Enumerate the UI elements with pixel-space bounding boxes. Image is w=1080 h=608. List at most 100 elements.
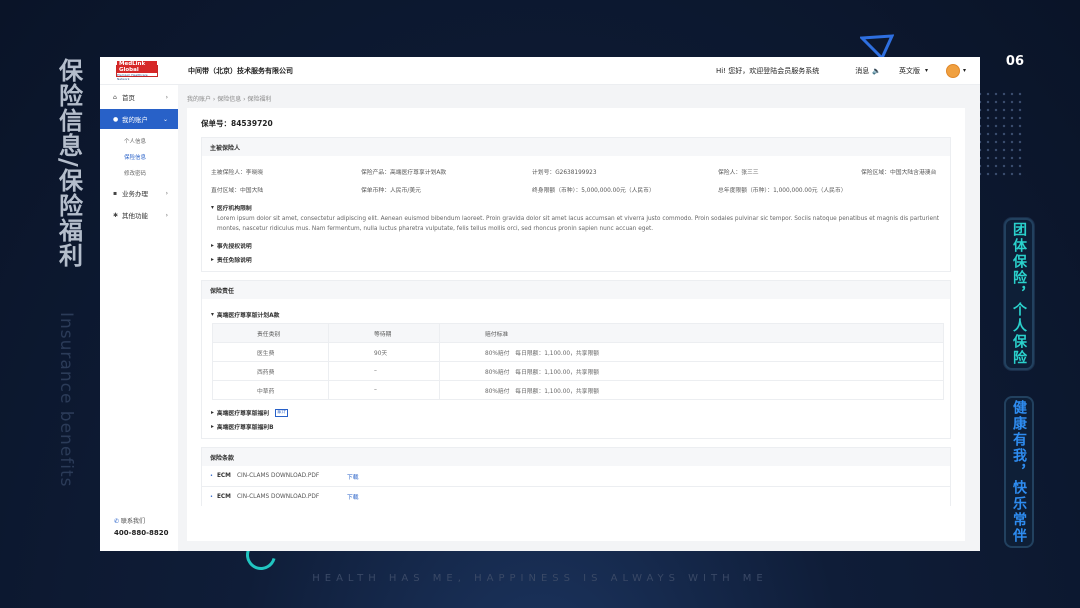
logo[interactable]: MedLink Global Premium Healthcare Networ… bbox=[116, 60, 158, 81]
clauses-section: 保险条款 • ECM CIN-CLAMS DOWNLOAD.PDF 下载 • E… bbox=[201, 447, 951, 506]
briefcase-icon: ▪ bbox=[113, 189, 118, 197]
field-plan-number: 计划号：G2638199923 bbox=[532, 170, 597, 176]
table-row: 中草药 – 80%赔付 每日限额：1,100.00，共享限额 bbox=[212, 380, 944, 400]
chevron-right-icon: › bbox=[165, 211, 168, 219]
slide-footer: HEALTH HAS ME, HAPPINESS IS ALWAYS WITH … bbox=[312, 573, 768, 584]
contact-phone: 400-880-8820 bbox=[114, 529, 169, 537]
top-bar: MedLink Global Premium Healthcare Networ… bbox=[100, 57, 980, 85]
slide-title-cn: 保险信息/保险福利 bbox=[50, 58, 86, 275]
sidebar: ⌂ 首页 › ● 我的账户 ⌄ 个人信息 保险信息 修改密码 ▪ 业务办理 › … bbox=[100, 85, 178, 551]
table-cell: 90天 bbox=[328, 342, 440, 362]
plan-a-toggle[interactable]: ▾ 高端医疗尊享版计划A款 bbox=[211, 310, 941, 320]
list-item: • ECM CIN-CLAMS DOWNLOAD.PDF 下载 bbox=[202, 486, 950, 506]
company-name: 中间带（北京）技术服务有限公司 bbox=[188, 66, 293, 75]
table-cell: 80%赔付 每日限额：1,100.00，共享限额 bbox=[439, 380, 944, 400]
messages-label: 消息 bbox=[855, 66, 870, 75]
sidebar-item-label: 其他功能 bbox=[122, 212, 148, 220]
plan-welfare-toggle[interactable]: ▸ 高端医疗尊享版福利 家计 bbox=[211, 408, 941, 417]
logo-subtext: Premium Healthcare Network bbox=[117, 72, 148, 81]
gear-icon: ✱ bbox=[113, 211, 119, 219]
side-tag-health: 健康有我，快乐常伴 bbox=[1004, 396, 1034, 548]
chevron-right-icon: ▸ bbox=[211, 409, 214, 416]
chevron-down-icon: ▾ bbox=[211, 204, 214, 211]
field-region: 保险区域：中国大陆含港澳台 bbox=[861, 170, 937, 176]
table-cell: 80%赔付 每日限额：1,100.00，共享限额 bbox=[439, 361, 944, 381]
prior-auth-title: 事先授权说明 bbox=[216, 244, 252, 250]
medical-limit-text: Lorem ipsum dolor sit amet, consectetur … bbox=[217, 216, 940, 232]
insured-fields: 主被保险人：李晓晓 保险产品：高端医疗尊享计划A款 计划号：G263819992… bbox=[211, 167, 941, 194]
sidebar-subitem-insurance-info[interactable]: 保险信息 bbox=[100, 149, 178, 165]
insured-section-title: 主被保险人 bbox=[202, 138, 950, 156]
bullet-icon: • bbox=[210, 493, 213, 500]
bullet-icon: • bbox=[210, 473, 213, 479]
sidebar-item-label: 业务办理 bbox=[122, 190, 148, 198]
table-header-row: 责任类别 等待期 赔付标准 bbox=[212, 323, 944, 343]
table-cell: – bbox=[328, 380, 440, 400]
clause-file: CIN-CLAMS DOWNLOAD.PDF bbox=[236, 493, 320, 500]
plan-b-toggle[interactable]: ▸ 高端医疗尊享版福利B bbox=[211, 422, 941, 432]
exemption-title: 责任免除说明 bbox=[216, 258, 252, 264]
language-label: 英文版 bbox=[898, 66, 920, 75]
sidebar-item-home[interactable]: ⌂ 首页 › bbox=[100, 87, 178, 107]
phone-icon: ✆ bbox=[114, 518, 120, 525]
side-tag-insurance: 团体保险，个人保险 bbox=[1004, 218, 1034, 370]
plan-a-title: 高端医疗尊享版计划A款 bbox=[216, 313, 280, 319]
liability-table: 责任类别 等待期 赔付标准 医生费 90天 80%赔付 每日限额：1,100.0… bbox=[212, 323, 944, 400]
plan-b-title: 高端医疗尊享版福利B bbox=[216, 425, 274, 431]
sidebar-item-my-account[interactable]: ● 我的账户 ⌄ bbox=[100, 109, 178, 129]
contact-label: 联系我们 bbox=[120, 518, 145, 525]
sidebar-subitem-change-password[interactable]: 修改密码 bbox=[100, 165, 178, 181]
policy-number: 保单号：84539720 bbox=[201, 119, 273, 128]
chevron-right-icon: ▸ bbox=[211, 242, 214, 249]
medical-limit-toggle[interactable]: ▾ 医疗机构限制 bbox=[211, 203, 941, 213]
medical-limit-title: 医疗机构限制 bbox=[216, 206, 252, 212]
sidebar-item-label: 我的账户 bbox=[122, 116, 148, 124]
home-icon: ⌂ bbox=[113, 93, 117, 101]
table-header: 赔付标准 bbox=[439, 323, 944, 343]
prior-auth-toggle[interactable]: ▸ 事先授权说明 bbox=[211, 241, 941, 251]
sidebar-subitem-personal-info[interactable]: 个人信息 bbox=[100, 133, 178, 149]
field-direct-billing-region: 直付区域：中国大陆 bbox=[211, 188, 264, 194]
slide-title-en: Insurance benefits bbox=[56, 312, 76, 488]
chevron-down-icon: ▾ bbox=[211, 311, 214, 318]
list-item: • ECM CIN-CLAMS DOWNLOAD.PDF 下载 bbox=[202, 466, 950, 486]
clause-tag: ECM bbox=[216, 493, 231, 500]
table-cell: 西药费 bbox=[212, 361, 329, 381]
field-annual-limit: 总年度限额（币种）：1,000,000.00元（人民币） bbox=[718, 188, 847, 194]
field-product: 保险产品：高端医疗尊享计划A款 bbox=[361, 170, 447, 176]
table-header: 责任类别 bbox=[212, 323, 329, 343]
breadcrumb[interactable]: 我的账户 › 保险信息 › 保险福利 bbox=[187, 94, 271, 103]
field-insurer: 保险人：张三三 bbox=[718, 170, 759, 176]
language-select[interactable]: 英文版 ▾ bbox=[899, 66, 928, 76]
exemption-toggle[interactable]: ▸ 责任免除说明 bbox=[211, 255, 941, 265]
slide-title-cn-text: 保险信息/保险福利 bbox=[54, 58, 83, 268]
speaker-icon: 🔈 bbox=[872, 66, 881, 75]
messages-button[interactable]: 消息 🔈 bbox=[855, 66, 881, 76]
liability-section-title: 保险责任 bbox=[202, 281, 950, 299]
main-content: 保单号：84539720 主被保险人 主被保险人：李晓晓 保险产品：高端医疗尊享… bbox=[187, 108, 965, 541]
download-link[interactable]: 下载 bbox=[347, 492, 359, 501]
clauses-section-title: 保险条款 bbox=[202, 448, 950, 466]
table-cell: – bbox=[328, 361, 440, 381]
field-currency: 保单币种：人民币/美元 bbox=[361, 188, 421, 194]
field-lifetime-limit: 终身限额（币种）：5,000,000.00元（人民币） bbox=[532, 188, 655, 194]
table-cell: 医生费 bbox=[212, 342, 329, 362]
plan-welfare-badge: 家计 bbox=[275, 408, 289, 417]
plan-welfare-title: 高端医疗尊享版福利 bbox=[216, 411, 270, 417]
insured-section: 主被保险人 主被保险人：李晓晓 保险产品：高端医疗尊享计划A款 计划号：G263… bbox=[201, 137, 951, 272]
chevron-down-icon: ▾ bbox=[924, 67, 928, 74]
table-cell: 80%赔付 每日限额：1,100.00，共享限额 bbox=[439, 342, 944, 362]
avatar-chevron-down-icon[interactable]: ▾ bbox=[963, 67, 966, 74]
sidebar-item-other[interactable]: ✱ 其他功能 › bbox=[100, 205, 178, 225]
avatar[interactable] bbox=[945, 63, 960, 78]
chevron-right-icon: › bbox=[165, 189, 168, 197]
sidebar-item-label: 首页 bbox=[122, 94, 135, 102]
app-window: MedLink Global Premium Healthcare Networ… bbox=[100, 57, 980, 551]
download-link[interactable]: 下载 bbox=[347, 472, 359, 481]
field-insured-name: 主被保险人：李晓晓 bbox=[211, 170, 264, 176]
sidebar-item-business[interactable]: ▪ 业务办理 › bbox=[100, 183, 178, 203]
liability-section: 保险责任 ▾ 高端医疗尊享版计划A款 责任类别 等待期 赔付标准 医生费 90天 bbox=[201, 280, 951, 439]
contact-link[interactable]: ✆ 联系我们 bbox=[114, 516, 169, 525]
chevron-down-icon: ⌄ bbox=[162, 115, 168, 123]
table-row: 医生费 90天 80%赔付 每日限额：1,100.00，共享限额 bbox=[212, 342, 944, 362]
